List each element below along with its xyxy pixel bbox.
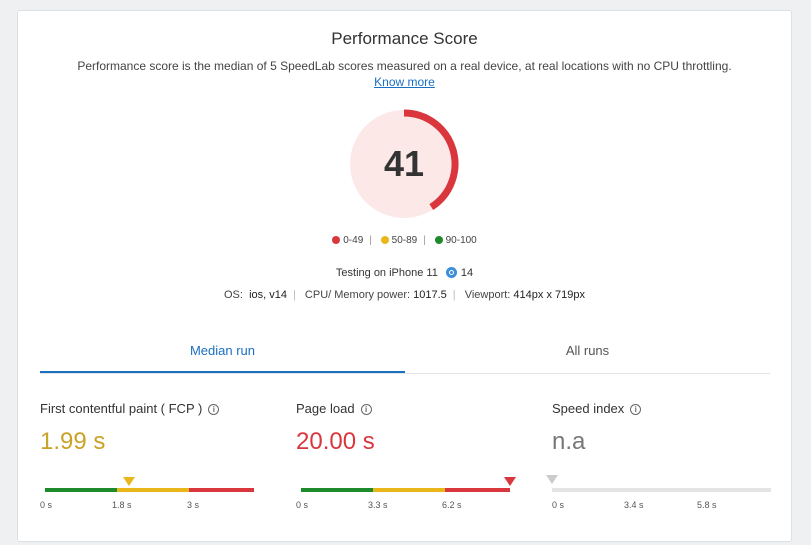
speed-index-marker-icon [546,475,558,484]
metric-fcp: First contentful paint ( FCP ) i 1.99 s [40,401,280,456]
metric-value: n.a [552,428,586,455]
legend-item-average: 50-89 [380,235,417,246]
run-tabs: Median run All runs [40,333,770,374]
metric-label: Page load [296,401,355,416]
tick-label: 6.2 s [442,500,462,510]
score-description: Performance score is the median of 5 Spe… [77,59,732,73]
tick-label: 5.8 s [697,500,717,510]
info-icon[interactable]: i [208,404,220,415]
yellow-dot-icon [380,236,389,244]
metric-value: 20.00 s [296,428,375,455]
viewport-label: Viewport: [464,289,511,301]
testing-device-label: Testing on iPhone 11 [335,267,438,279]
fcp-bar-average [117,488,189,492]
green-dot-icon [434,236,443,244]
metric-label: Speed index [552,401,625,416]
os-value: ios, v14 [249,289,287,301]
legend-item-poor: 0-49 [332,235,363,246]
fcp-bar-poor [189,488,254,492]
metric-label: First contentful paint ( FCP ) [40,401,203,416]
tick-label: 3.4 s [624,500,644,510]
page-load-bar-good [301,488,373,492]
metric-value: 1.99 s [40,428,106,455]
know-more-link[interactable]: Know more [374,75,435,89]
score-value: 41 [383,143,425,184]
cpu-value: 1017.5 [413,289,447,301]
tab-all-runs[interactable]: All runs [405,333,770,373]
cpu-label: CPU/ Memory power: [304,289,411,301]
fcp-marker-icon [123,477,135,486]
score-legend: 0-49 | 50-89 | 90-100 [18,235,791,246]
speed-index-bar [552,488,771,492]
tick-label: 0 s [296,500,309,510]
device-info: Testing on iPhone 11 14 [18,267,791,279]
page-load-bar-poor [445,488,510,492]
page-load-marker-icon [504,477,516,486]
tick-label: 3.3 s [368,500,388,510]
tick-label: 3 s [187,500,200,510]
page-title: Performance Score [331,29,478,48]
viewport-value: 414px x 719px [513,289,585,301]
metric-page-load: Page load i 20.00 s [296,401,536,456]
tick-label: 0 s [552,500,565,510]
safari-icon [445,267,457,278]
tick-label: 1.8 s [112,500,132,510]
performance-score-card: Performance Score Performance score is t… [17,10,792,542]
info-icon[interactable]: i [360,404,372,415]
os-label: OS: [224,289,243,301]
tab-median-run[interactable]: Median run [40,333,405,373]
info-icon[interactable]: i [630,404,642,415]
red-dot-icon [332,236,341,244]
tick-label: 0 s [40,500,53,510]
page-load-bar-average [373,488,445,492]
metric-speed-index: Speed index i n.a [552,401,792,456]
fcp-bar-good [45,488,117,492]
device-meta: OS: ios, v14 | CPU/ Memory power: 1017.5 |… [224,289,585,301]
legend-item-good: 90-100 [434,235,477,246]
ios-version: 14 [460,267,474,279]
